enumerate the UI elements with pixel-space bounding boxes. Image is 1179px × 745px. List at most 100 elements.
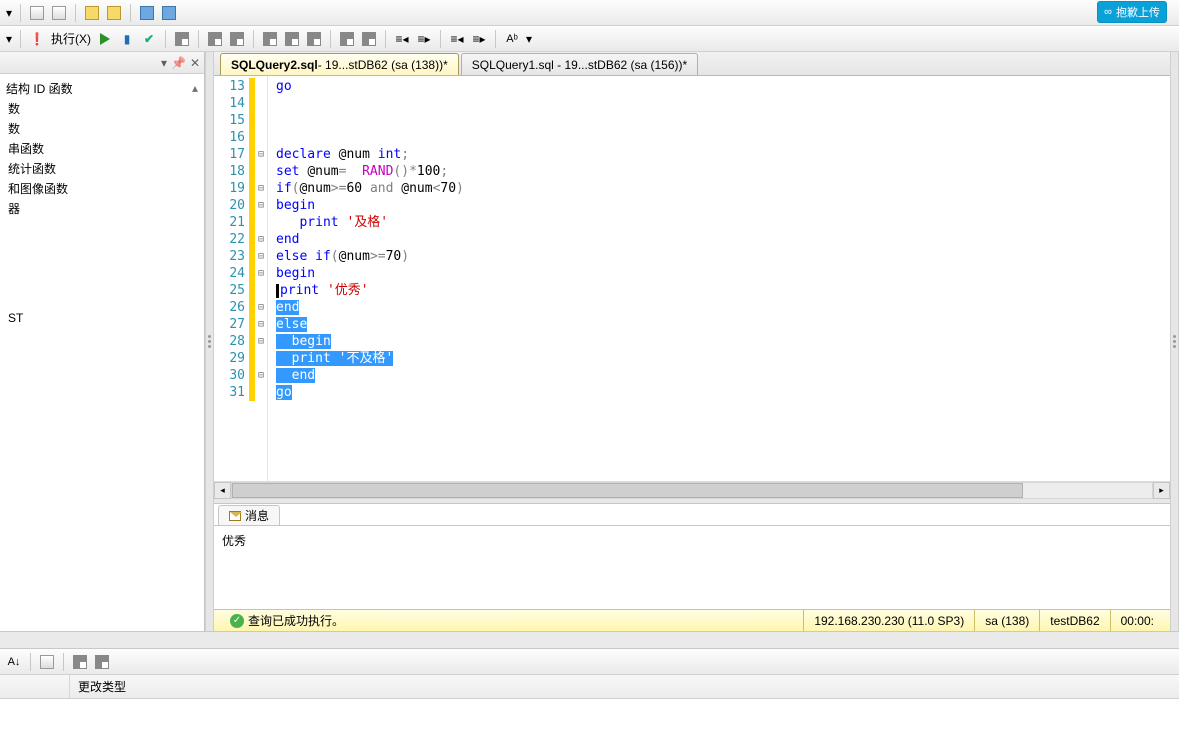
code-line[interactable]: end <box>276 231 1170 248</box>
tree-item[interactable]: 统计函数 <box>6 158 198 178</box>
scroll-left-button[interactable]: ◂ <box>214 482 231 499</box>
code-line[interactable]: go <box>276 78 1170 95</box>
fold-icon[interactable]: ⊟ <box>255 268 267 279</box>
grid-icon <box>362 32 376 46</box>
pin-icon[interactable]: 📌 <box>171 56 186 70</box>
new-doc-button[interactable] <box>27 3 47 23</box>
separator <box>330 30 331 48</box>
tool-button[interactable] <box>304 29 324 49</box>
column-change-type[interactable]: 更改类型 <box>70 675 1179 698</box>
separator <box>198 30 199 48</box>
fold-icon[interactable]: ⊟ <box>255 234 267 245</box>
code-area[interactable]: go declare @num int;set @num= RAND()*100… <box>268 76 1170 481</box>
indent-button[interactable]: ≡▸ <box>414 29 434 49</box>
case-button[interactable]: Aᵇ <box>502 29 522 49</box>
tab-file: SQLQuery2.sql <box>231 58 318 72</box>
copy-button[interactable] <box>37 652 57 672</box>
bottom-panel: A↓ 更改类型 <box>0 631 1179 745</box>
fold-icon[interactable]: ⊟ <box>255 319 267 330</box>
scroll-track[interactable] <box>231 482 1153 499</box>
tree-item[interactable]: 和图像函数 <box>6 178 198 198</box>
fold-icon[interactable]: ⊟ <box>255 302 267 313</box>
view2-button[interactable] <box>92 652 112 672</box>
vertical-splitter[interactable] <box>205 52 214 631</box>
fold-icon[interactable]: ⊟ <box>255 336 267 347</box>
gutter-row: 24⊟ <box>214 265 267 282</box>
code-line[interactable] <box>276 95 1170 112</box>
tool-button[interactable] <box>359 29 379 49</box>
chevron-up-icon[interactable]: ▴ <box>192 81 198 95</box>
tree-item[interactable]: 串函数 <box>6 138 198 158</box>
dropdown-icon[interactable]: ▾ <box>524 32 534 46</box>
view1-button[interactable] <box>70 652 90 672</box>
play-button[interactable] <box>95 29 115 49</box>
gutter-row: 14 <box>214 95 267 112</box>
bottom-grid-body[interactable] <box>0 699 1179 745</box>
outdent2-button[interactable]: ≡◂ <box>447 29 467 49</box>
code-line[interactable]: end <box>276 367 1170 384</box>
code-line[interactable]: print '优秀' <box>276 282 1170 299</box>
code-line[interactable]: begin <box>276 333 1170 350</box>
dropdown-icon[interactable]: ▾ <box>4 32 14 46</box>
fold-icon[interactable]: ⊟ <box>255 183 267 194</box>
new-doc2-button[interactable] <box>49 3 69 23</box>
fold-icon[interactable]: ⊟ <box>255 251 267 262</box>
code-line[interactable]: go <box>276 384 1170 401</box>
code-line[interactable]: print '及格' <box>276 214 1170 231</box>
code-line[interactable]: if(@num>=60 and @num<70) <box>276 180 1170 197</box>
code-line[interactable]: else <box>276 316 1170 333</box>
new-icon <box>30 6 44 20</box>
editor-hscroll[interactable]: ◂ ▸ <box>214 481 1170 499</box>
bottom-grid-header: 更改类型 <box>0 675 1179 699</box>
check-button[interactable]: ✔ <box>139 29 159 49</box>
code-editor[interactable]: 1314151617⊟1819⊟20⊟2122⊟23⊟24⊟2526⊟27⊟28… <box>214 76 1170 481</box>
fold-icon[interactable]: ⊟ <box>255 370 267 381</box>
sort-asc-button[interactable]: A↓ <box>4 652 24 672</box>
column-blank[interactable] <box>0 675 70 698</box>
save-all-button[interactable] <box>159 3 179 23</box>
execute-bang-button[interactable]: ❗ <box>27 29 47 49</box>
vertical-splitter[interactable] <box>1170 52 1179 631</box>
code-line[interactable]: begin <box>276 197 1170 214</box>
code-line[interactable]: set @num= RAND()*100; <box>276 163 1170 180</box>
scroll-right-button[interactable]: ▸ <box>1153 482 1170 499</box>
tree-item[interactable]: 数 <box>6 98 198 118</box>
tool-button[interactable] <box>227 29 247 49</box>
tree-item[interactable]: 数 <box>6 118 198 138</box>
tab-sqlquery1[interactable]: SQLQuery1.sql - 19...stDB62 (sa (156))* <box>461 53 698 75</box>
code-line[interactable] <box>276 112 1170 129</box>
tool-button[interactable] <box>205 29 225 49</box>
results-grid-button[interactable] <box>172 29 192 49</box>
fold-icon[interactable]: ⊟ <box>255 200 267 211</box>
outdent-button[interactable]: ≡◂ <box>392 29 412 49</box>
dropdown-icon[interactable]: ▾ <box>4 6 14 20</box>
autohide-icon[interactable]: ▾ <box>161 56 167 70</box>
message-text: 优秀 <box>222 532 1162 549</box>
debug-step-button[interactable]: ▮ <box>117 29 137 49</box>
open2-button[interactable] <box>104 3 124 23</box>
tab-sqlquery2[interactable]: SQLQuery2.sql - 19...stDB62 (sa (138))* <box>220 53 459 75</box>
messages-body: 优秀 <box>214 526 1170 609</box>
code-line[interactable]: declare @num int; <box>276 146 1170 163</box>
code-line[interactable]: print '不及格' <box>276 350 1170 367</box>
upload-pill-button[interactable]: ∞ 抱歉上传 <box>1097 1 1167 23</box>
code-line[interactable]: end <box>276 299 1170 316</box>
tool-button[interactable] <box>337 29 357 49</box>
save-button[interactable] <box>137 3 157 23</box>
tool-button[interactable] <box>282 29 302 49</box>
tab-messages[interactable]: 消息 <box>218 505 280 525</box>
execute-label[interactable]: 执行(X) <box>51 30 91 47</box>
open-button[interactable] <box>82 3 102 23</box>
close-icon[interactable]: ✕ <box>190 56 200 70</box>
indent2-button[interactable]: ≡▸ <box>469 29 489 49</box>
fold-icon[interactable]: ⊟ <box>255 149 267 160</box>
code-line[interactable] <box>276 129 1170 146</box>
code-line[interactable]: else if(@num>=70) <box>276 248 1170 265</box>
tool-button[interactable] <box>260 29 280 49</box>
code-line[interactable]: begin <box>276 265 1170 282</box>
tree-item[interactable]: ST <box>6 308 198 328</box>
new-icon <box>52 6 66 20</box>
tree-header[interactable]: 结构 ID 函数 ▴ <box>6 78 198 98</box>
scroll-thumb[interactable] <box>232 483 1023 498</box>
tree-item[interactable]: 器 <box>6 198 198 218</box>
